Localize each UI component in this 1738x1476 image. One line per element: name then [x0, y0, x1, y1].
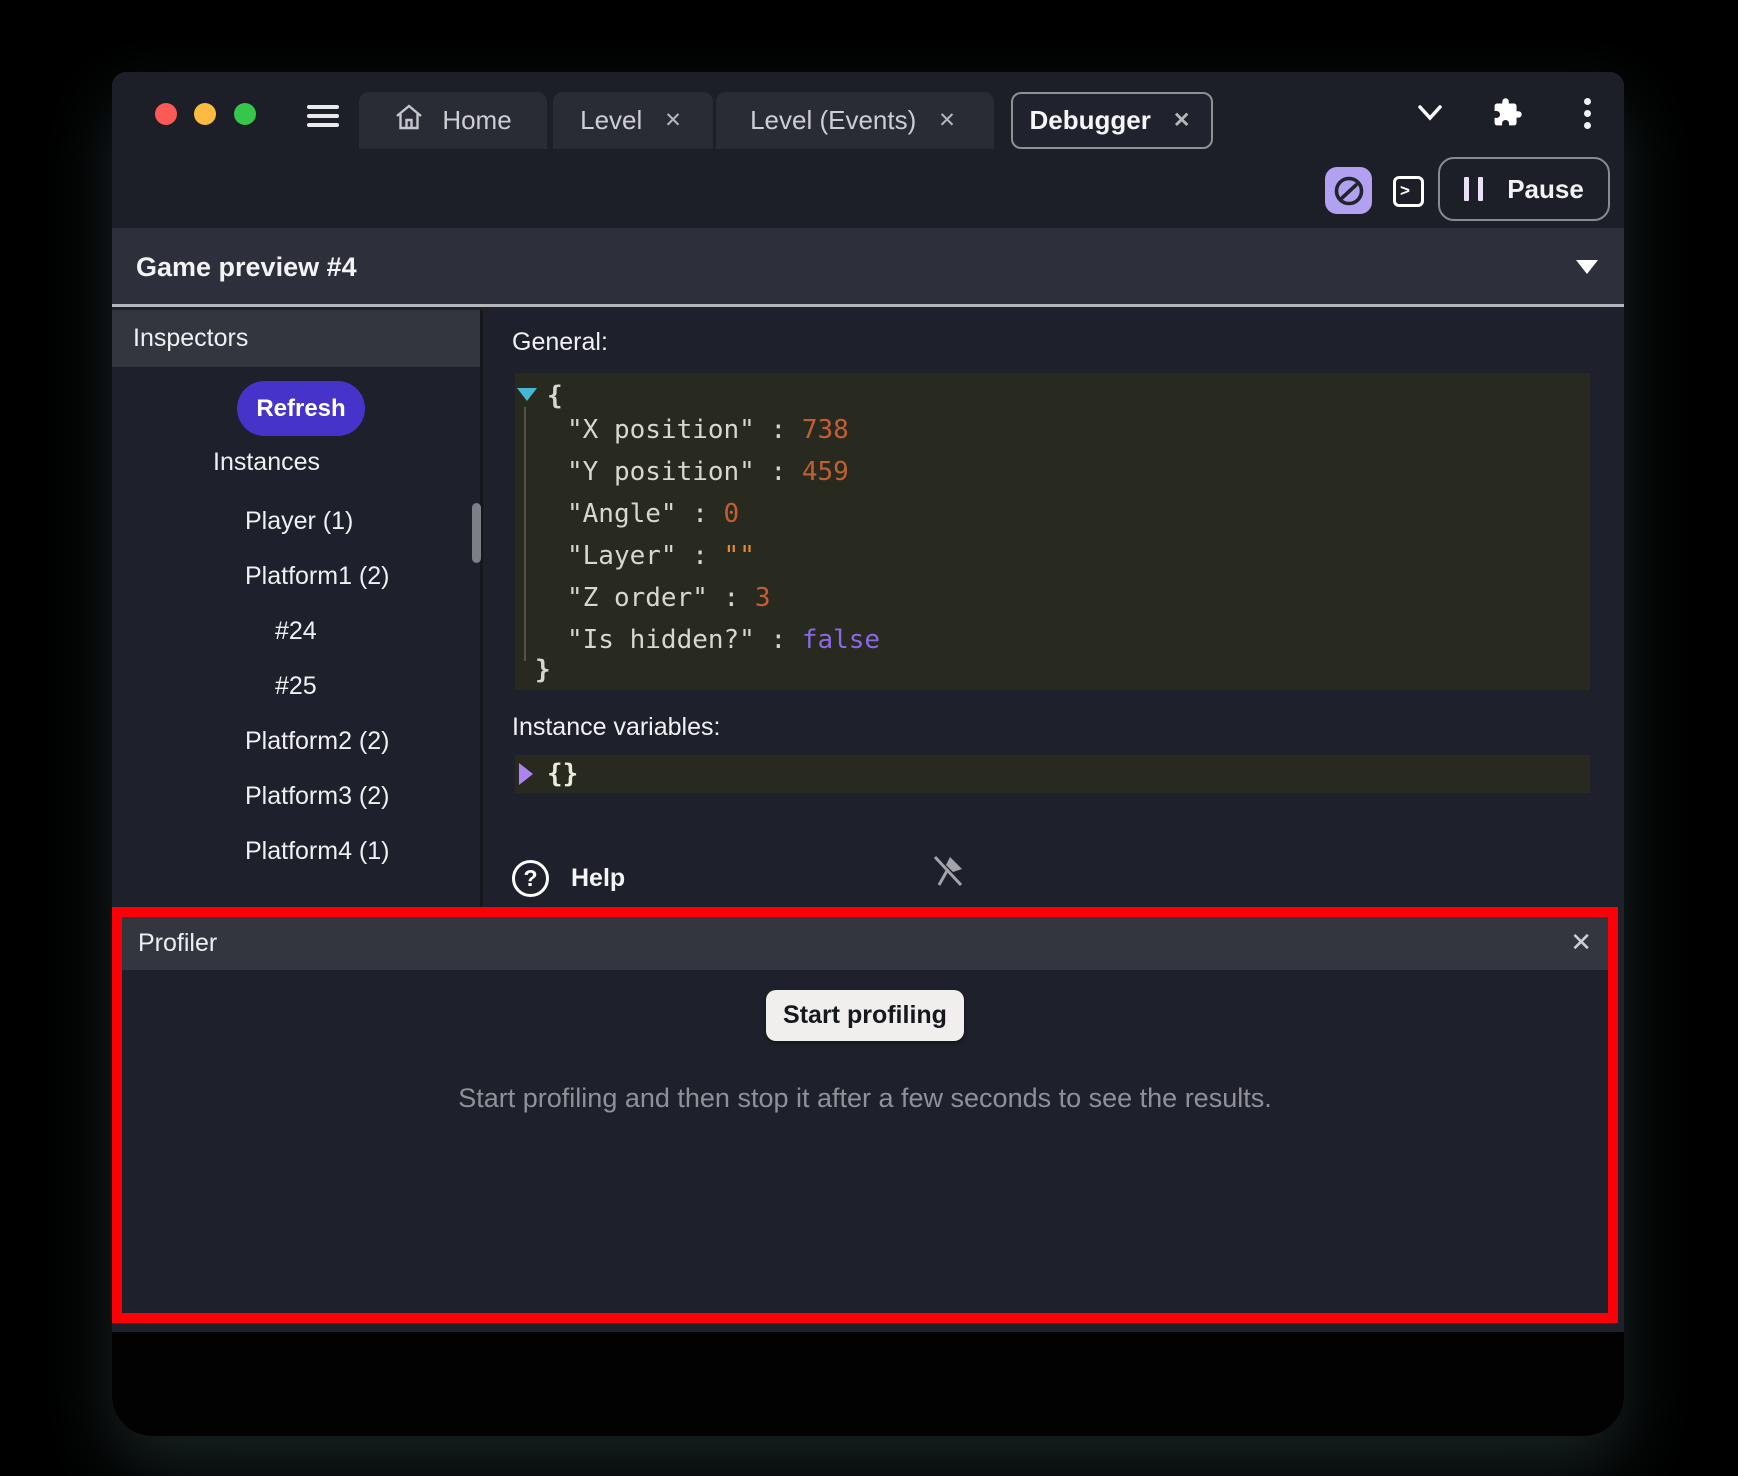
debugger-content: Inspectors Refresh Instances Player (1) Pl…: [112, 310, 1624, 907]
inspectors-sidebar: Inspectors Refresh Instances Player (1) Pl…: [112, 310, 483, 907]
inspectors-header: Inspectors: [112, 310, 480, 367]
profiler-gauge-icon[interactable]: [1325, 167, 1372, 214]
refresh-button[interactable]: Refresh: [237, 381, 365, 436]
json-key: "Z order": [567, 583, 708, 613]
screenshot-stage: Home Level ✕ Level (Events) ✕ Debugger ✕: [0, 0, 1738, 1476]
question-circle-icon: ?: [512, 860, 549, 897]
json-property-row: "Z order" : 3: [567, 583, 771, 613]
json-property-row: "X position" : 738: [567, 415, 849, 445]
app-window: Home Level ✕ Level (Events) ✕ Debugger ✕: [112, 72, 1624, 1436]
help-button[interactable]: ? Help: [512, 860, 625, 897]
tab-level-events[interactable]: Level (Events) ✕: [716, 92, 994, 149]
json-colon: :: [677, 541, 724, 571]
json-value: false: [802, 625, 880, 655]
profiler-title: Profiler: [138, 929, 217, 958]
tab-label: Level (Events): [750, 105, 916, 136]
collapsed-triangle-icon[interactable]: [519, 763, 533, 785]
unpin-icon[interactable]: [929, 852, 967, 897]
close-tab-icon[interactable]: ✕: [934, 108, 960, 133]
home-icon: [394, 103, 424, 138]
open-brace: {: [547, 381, 563, 411]
tree-item-24[interactable]: #24: [275, 617, 317, 646]
json-value: "": [724, 541, 755, 571]
json-key: "Layer": [567, 541, 677, 571]
tree-item-platform1-2[interactable]: Platform1 (2): [245, 562, 389, 591]
start-profiling-button[interactable]: Start profiling: [766, 990, 964, 1041]
instance-variables-label: Instance variables:: [512, 713, 720, 742]
game-preview-header[interactable]: Game preview #4: [112, 228, 1624, 307]
pause-label: Pause: [1507, 174, 1584, 205]
more-options-kebab-icon[interactable]: [1584, 98, 1591, 134]
profiler-message: Start profiling and then stop it after a…: [122, 1083, 1608, 1114]
instance-variables-json: {}: [515, 755, 1590, 793]
sidebar-scrollbar-thumb[interactable]: [472, 503, 481, 563]
json-property-row: "Is hidden?" : false: [567, 625, 880, 655]
indent-guide: [524, 407, 526, 661]
collapse-caret-icon[interactable]: [1576, 260, 1598, 274]
close-brace: }: [535, 655, 551, 685]
json-colon: :: [755, 625, 802, 655]
tab-level[interactable]: Level ✕: [553, 92, 713, 149]
general-properties-json: { "X position" : 738 "Y position" : 459 "A…: [515, 373, 1590, 690]
close-tab-icon[interactable]: ✕: [1169, 108, 1195, 133]
debugger-toolbar: > Pause: [112, 149, 1624, 228]
tab-label: Debugger: [1030, 105, 1151, 136]
json-key: "Angle": [567, 499, 677, 529]
tree-item-platform3-2[interactable]: Platform3 (2): [245, 782, 389, 811]
maximize-window-button[interactable]: [234, 103, 256, 125]
json-property-row: "Y position" : 459: [567, 457, 849, 487]
pause-button[interactable]: Pause: [1438, 157, 1610, 221]
tree-item-player-1[interactable]: Player (1): [245, 507, 353, 536]
tab-home[interactable]: Home: [359, 92, 547, 149]
console-icon[interactable]: >: [1393, 176, 1424, 207]
extensions-puzzle-icon[interactable]: [1492, 97, 1523, 133]
game-preview-title: Game preview #4: [136, 252, 357, 283]
tab-debugger[interactable]: Debugger ✕: [1011, 92, 1213, 149]
profiler-panel: Profiler ✕ Start profiling Start profili…: [112, 907, 1618, 1323]
tree-item-platform4-1[interactable]: Platform4 (1): [245, 837, 389, 866]
general-label: General:: [512, 328, 608, 357]
json-value: 738: [802, 415, 849, 445]
help-label: Help: [571, 864, 625, 893]
minimize-window-button[interactable]: [194, 103, 216, 125]
json-key: "Y position": [567, 457, 755, 487]
tab-label: Level: [580, 105, 642, 136]
close-window-button[interactable]: [155, 103, 177, 125]
chevron-down-icon[interactable]: [1416, 102, 1444, 129]
instance-variables-value: {}: [547, 759, 578, 789]
json-key: "X position": [567, 415, 755, 445]
json-value: 0: [724, 499, 740, 529]
json-colon: :: [755, 415, 802, 445]
tree-item-instances[interactable]: Instances: [213, 448, 320, 477]
close-tab-icon[interactable]: ✕: [660, 108, 686, 133]
json-value: 3: [755, 583, 771, 613]
tab-label: Home: [442, 105, 511, 136]
json-colon: :: [755, 457, 802, 487]
profiler-header: Profiler ✕: [122, 917, 1608, 970]
json-colon: :: [708, 583, 755, 613]
tree-item-platform2-2[interactable]: Platform2 (2): [245, 727, 389, 756]
json-colon: :: [677, 499, 724, 529]
tree-item-25[interactable]: #25: [275, 672, 317, 701]
title-bar: Home Level ✕ Level (Events) ✕ Debugger ✕: [112, 72, 1624, 149]
json-key: "Is hidden?": [567, 625, 755, 655]
close-profiler-icon[interactable]: ✕: [1570, 927, 1592, 958]
json-property-row: "Angle" : 0: [567, 499, 739, 529]
expanded-triangle-icon[interactable]: [517, 388, 537, 401]
json-property-row: "Layer" : "": [567, 541, 755, 571]
window-bottom-area: [112, 1332, 1624, 1436]
main-menu-icon[interactable]: [307, 105, 339, 129]
pause-icon: [1464, 177, 1483, 201]
json-value: 459: [802, 457, 849, 487]
instance-details-panel: General: { "X position" : 738 "Y position…: [486, 310, 1624, 907]
